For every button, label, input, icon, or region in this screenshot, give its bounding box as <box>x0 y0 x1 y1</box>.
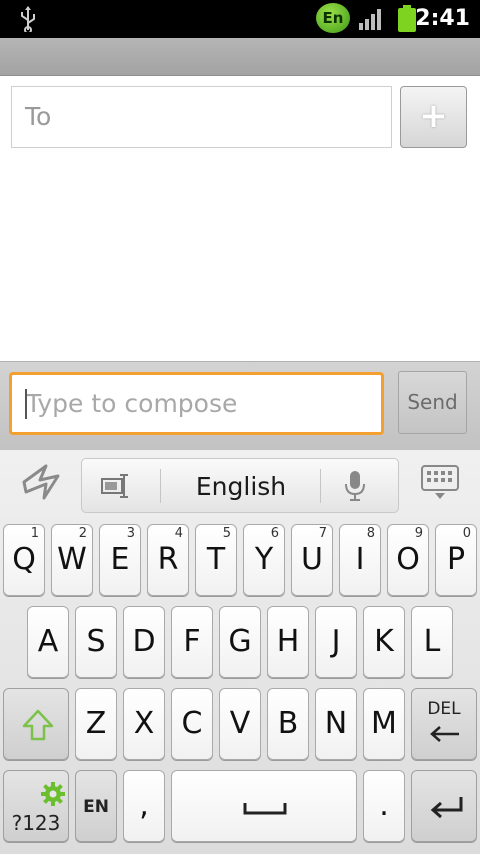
language-key-label: EN <box>83 797 109 817</box>
key-label: C <box>181 706 203 741</box>
send-button[interactable]: Send <box>398 371 467 434</box>
signal-icon <box>359 9 381 30</box>
key-j[interactable]: J <box>315 606 357 678</box>
key-number: 3 <box>126 526 135 541</box>
symbols-label: ?123 <box>11 811 61 835</box>
key-number: 0 <box>462 526 471 541</box>
key-z[interactable]: Z <box>75 688 117 760</box>
swype-logo-icon[interactable] <box>20 462 62 502</box>
battery-icon <box>398 5 416 32</box>
key-label: G <box>228 624 252 659</box>
keyboard-suggestion-bar: English <box>0 450 480 520</box>
key-label: , <box>139 788 149 823</box>
key-f[interactable]: F <box>171 606 213 678</box>
key-number: 6 <box>270 526 279 541</box>
key-i[interactable]: 8I <box>339 524 381 596</box>
clock: 2:41 <box>415 6 470 31</box>
key-label: X <box>133 706 155 741</box>
key-d[interactable]: D <box>123 606 165 678</box>
key-label: J <box>331 624 341 659</box>
key-label: B <box>277 706 299 741</box>
key-o[interactable]: 9O <box>387 524 429 596</box>
key-a[interactable]: A <box>27 606 69 678</box>
key-label: N <box>324 706 348 741</box>
recipient-input[interactable]: To <box>11 86 392 148</box>
key-number: 8 <box>366 526 375 541</box>
key-label: Z <box>85 706 107 741</box>
key-u[interactable]: 7U <box>291 524 333 596</box>
key-number: 9 <box>414 526 423 541</box>
key-t[interactable]: 5T <box>195 524 237 596</box>
delete-key[interactable]: DEL <box>411 688 477 760</box>
key-label: A <box>37 624 59 659</box>
key-number: 1 <box>30 526 39 541</box>
separator <box>320 469 321 503</box>
key-e[interactable]: 3E <box>99 524 141 596</box>
key-l[interactable]: L <box>411 606 453 678</box>
enter-key[interactable] <box>411 770 477 842</box>
key-h[interactable]: H <box>267 606 309 678</box>
key-w[interactable]: 2W <box>51 524 93 596</box>
key-n[interactable]: N <box>315 688 357 760</box>
microphone-icon[interactable] <box>344 470 366 502</box>
key-label: L <box>423 624 441 659</box>
comma-key[interactable]: , <box>123 770 165 842</box>
delete-label: DEL <box>427 699 461 719</box>
key-number: 4 <box>174 526 183 541</box>
text-cursor-control-icon[interactable] <box>100 473 132 499</box>
input-language-badge: En <box>316 3 350 33</box>
key-g[interactable]: G <box>219 606 261 678</box>
shift-arrow-icon <box>22 709 54 741</box>
space-key[interactable] <box>171 770 357 842</box>
language-key[interactable]: EN <box>75 770 117 842</box>
title-bar <box>0 38 480 76</box>
key-p[interactable]: 0P <box>435 524 477 596</box>
soft-keyboard: English 1Q 2W 3E 4R 5T 6Y 7U 8I 9O 0P A … <box>0 450 480 854</box>
key-m[interactable]: M <box>363 688 405 760</box>
key-number: 2 <box>78 526 87 541</box>
key-label: K <box>374 624 394 659</box>
space-bar-icon <box>243 803 287 815</box>
key-r[interactable]: 4R <box>147 524 189 596</box>
backspace-arrow-icon <box>430 726 459 742</box>
key-c[interactable]: C <box>171 688 213 760</box>
keyboard-hide-icon[interactable] <box>420 464 460 500</box>
compose-placeholder: Type to compose <box>26 389 238 418</box>
key-y[interactable]: 6Y <box>243 524 285 596</box>
key-v[interactable]: V <box>219 688 261 760</box>
compose-input[interactable]: Type to compose <box>9 372 384 435</box>
key-label: D <box>132 624 156 659</box>
text-cursor <box>25 389 27 419</box>
compose-bar: Type to compose Send <box>0 361 480 450</box>
key-label: M <box>371 706 397 741</box>
key-number: 7 <box>318 526 327 541</box>
key-b[interactable]: B <box>267 688 309 760</box>
key-x[interactable]: X <box>123 688 165 760</box>
key-label: S <box>86 624 106 659</box>
gear-icon <box>41 782 65 806</box>
key-label: F <box>183 624 201 659</box>
key-s[interactable]: S <box>75 606 117 678</box>
key-label: . <box>379 788 389 823</box>
key-label: V <box>229 706 251 741</box>
key-q[interactable]: 1Q <box>3 524 45 596</box>
shift-key[interactable] <box>3 688 69 760</box>
add-recipient-button[interactable]: + <box>400 86 467 148</box>
usb-icon <box>21 6 35 32</box>
status-bar: En 2:41 <box>0 0 480 38</box>
language-selector: English <box>81 458 399 513</box>
key-label: H <box>276 624 300 659</box>
key-number: 5 <box>222 526 231 541</box>
enter-arrow-icon <box>430 797 463 819</box>
period-key[interactable]: . <box>363 770 405 842</box>
symbols-key[interactable]: ?123 <box>3 770 69 842</box>
key-k[interactable]: K <box>363 606 405 678</box>
language-label[interactable]: English <box>161 459 321 514</box>
